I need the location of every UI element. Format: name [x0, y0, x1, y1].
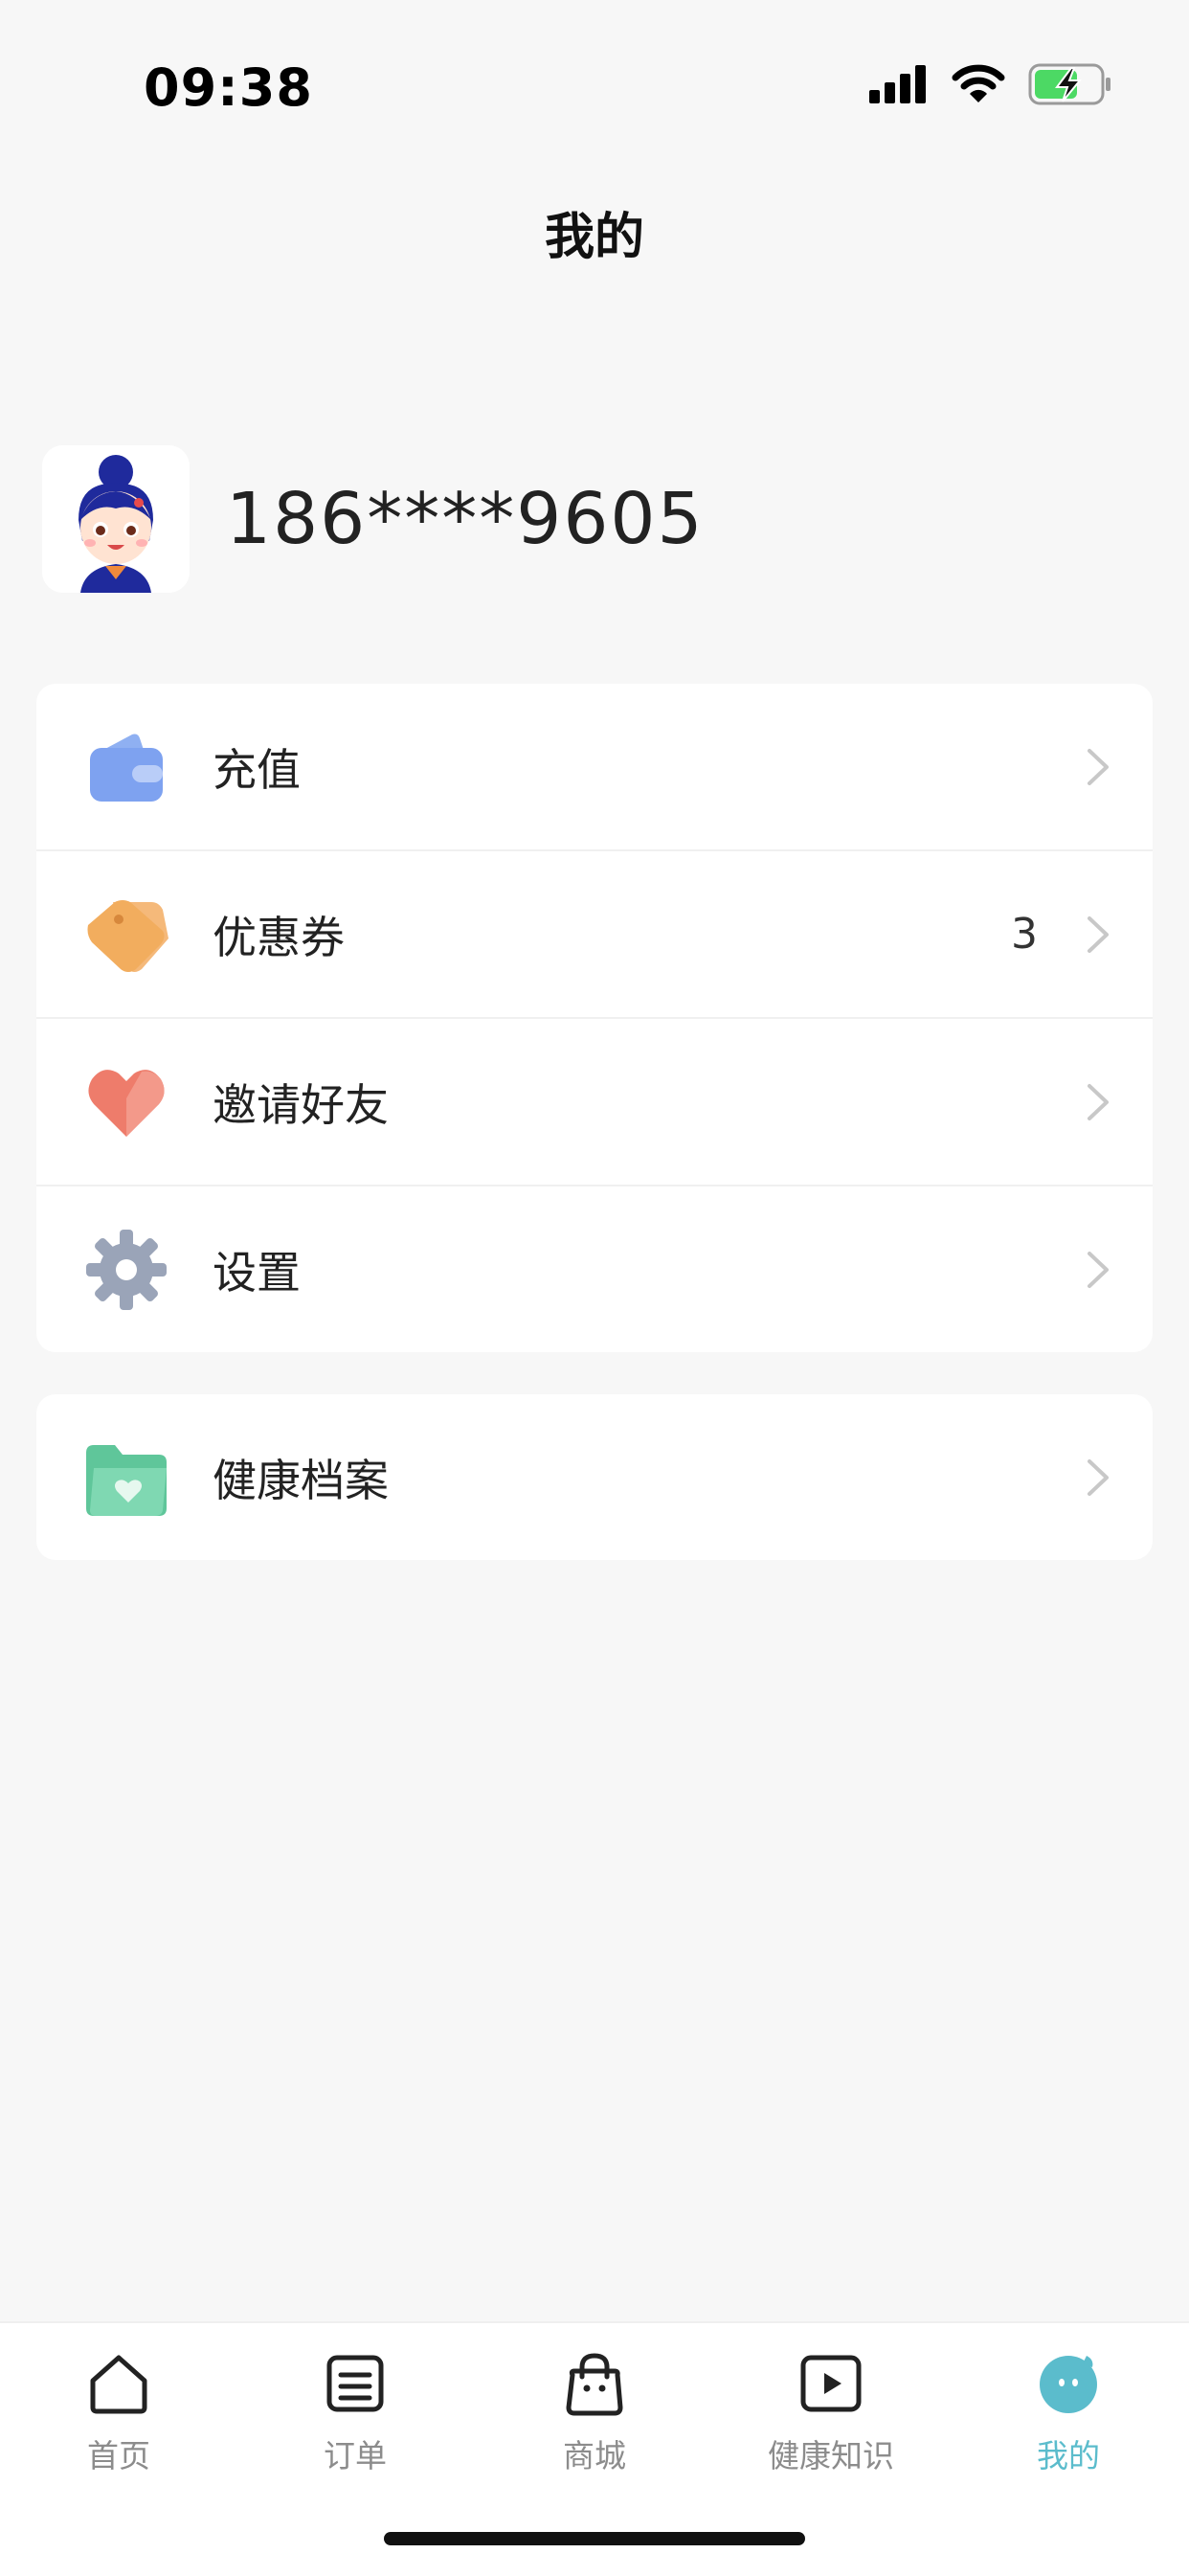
coupon-count-badge: 3: [1011, 910, 1038, 959]
home-icon: [90, 2355, 147, 2414]
menu-card-health: 健康档案: [36, 1394, 1153, 1560]
gear-icon: [86, 1230, 167, 1310]
coupon-tag-icon: [87, 900, 168, 972]
shopping-bag-icon: [566, 2353, 623, 2416]
tab-label: 商城: [563, 2437, 626, 2474]
menu-item-coupons[interactable]: 优惠券 3: [36, 851, 1153, 1019]
order-icon: [326, 2355, 384, 2412]
tab-label: 健康知识: [768, 2437, 894, 2474]
profile-face-icon: [1040, 2356, 1097, 2413]
profile-section[interactable]: 186****9605: [42, 445, 705, 593]
status-bar: 09:38: [0, 0, 1189, 172]
tab-home[interactable]: 首页: [42, 2350, 195, 2476]
chevron-right-icon: [1088, 1459, 1109, 1496]
menu-item-recharge[interactable]: 充值: [36, 684, 1153, 851]
status-icons: [869, 63, 1112, 105]
menu-item-settings[interactable]: 设置: [36, 1186, 1153, 1352]
tab-label: 订单: [324, 2437, 387, 2474]
page-title: 我的: [544, 209, 644, 266]
home-indicator: [384, 2532, 805, 2545]
tab-mall[interactable]: 商城: [518, 2350, 671, 2476]
menu-item-health-records[interactable]: 健康档案: [36, 1394, 1153, 1560]
wallet-icon: [90, 734, 163, 802]
menu-item-label: 优惠券: [213, 911, 345, 963]
cartoon-nurse-avatar-icon: [42, 445, 190, 593]
menu-item-label: 健康档案: [213, 1454, 389, 1506]
tab-health-knowledge[interactable]: 健康知识: [754, 2350, 908, 2476]
menu-card-account: 充值 优惠券 3 邀请好友 设置: [36, 684, 1153, 1352]
user-phone: 186****9605: [226, 478, 705, 560]
health-folder-icon: [86, 1445, 167, 1516]
chevron-right-icon: [1088, 1252, 1109, 1288]
tab-mine[interactable]: 我的: [992, 2350, 1145, 2476]
menu-item-invite-friends[interactable]: 邀请好友: [36, 1019, 1153, 1186]
tab-label: 我的: [1037, 2437, 1100, 2474]
video-play-icon: [800, 2355, 862, 2412]
menu-item-label: 设置: [213, 1246, 301, 1299]
menu-item-label: 充值: [213, 743, 301, 796]
cellular-signal-icon: [869, 65, 926, 103]
heart-icon: [88, 1070, 165, 1137]
wifi-icon: [952, 64, 1005, 102]
chevron-right-icon: [1088, 749, 1109, 785]
menu-item-label: 邀请好友: [213, 1078, 389, 1131]
tab-orders[interactable]: 订单: [279, 2350, 432, 2476]
chevron-right-icon: [1088, 916, 1109, 953]
avatar[interactable]: [42, 445, 190, 593]
status-time: 09:38: [144, 57, 313, 118]
battery-charging-icon: [1028, 63, 1110, 105]
tab-label: 首页: [87, 2437, 150, 2474]
chevron-right-icon: [1088, 1084, 1109, 1120]
